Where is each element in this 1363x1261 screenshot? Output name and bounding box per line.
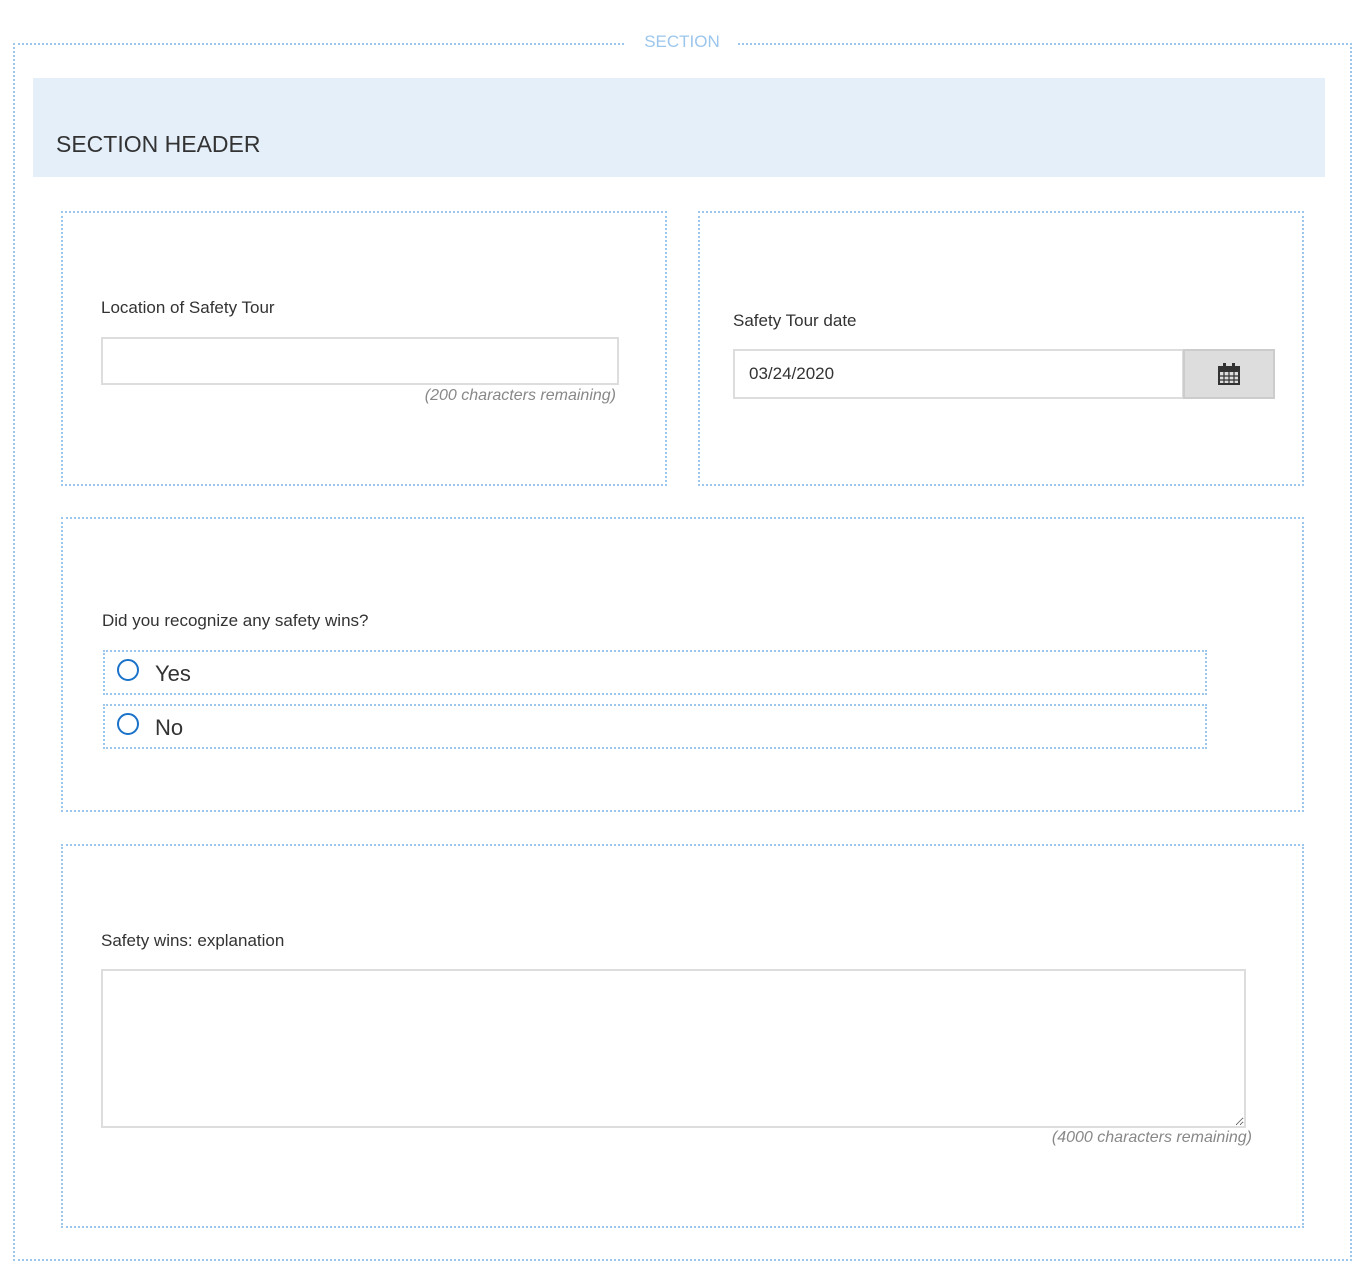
section-legend: SECTION [626, 32, 738, 52]
radio-option-yes[interactable]: Yes [103, 650, 1207, 695]
date-label: Safety Tour date [733, 311, 857, 330]
safety-wins-question: Did you recognize any safety wins? [102, 611, 369, 630]
radio-label: No [155, 715, 184, 740]
radio-button[interactable] [117, 659, 139, 681]
explanation-textarea[interactable] [101, 969, 1246, 1128]
section-header-title: SECTION HEADER [56, 131, 261, 157]
explanation-char-count: (4000 characters remaining) [1051, 1129, 1252, 1146]
explanation-label: Safety wins: explanation [101, 931, 285, 950]
section-header: SECTION HEADER [33, 78, 1325, 177]
radio-label: Yes [155, 661, 191, 686]
location-char-count: (200 characters remaining) [424, 387, 616, 404]
location-input[interactable] [101, 337, 619, 385]
radio-button[interactable] [117, 713, 139, 735]
calendar-button[interactable] [1183, 349, 1275, 399]
location-label: Location of Safety Tour [101, 298, 275, 317]
date-input[interactable] [733, 349, 1184, 399]
calendar-icon [1218, 363, 1240, 385]
radio-option-no[interactable]: No [103, 704, 1207, 749]
